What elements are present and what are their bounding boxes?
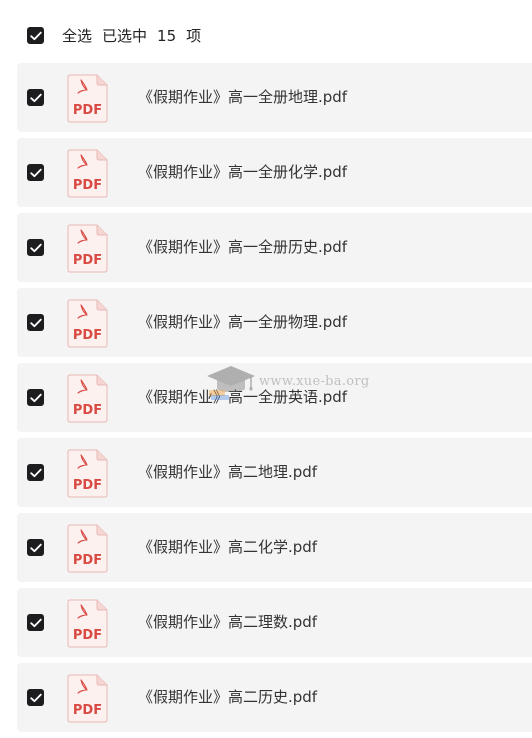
selected-unit: 项: [186, 27, 202, 45]
pdf-label: PDF: [73, 403, 102, 418]
selected-label: 已选中: [102, 27, 148, 45]
pdf-label: PDF: [73, 103, 102, 118]
file-row[interactable]: PDF 《假期作业》高二化学.pdf: [17, 513, 532, 582]
file-name[interactable]: 《假期作业》高二理数.pdf: [138, 612, 317, 632]
pdf-file-icon: PDF: [67, 449, 108, 498]
selection-summary: 全选 已选中 15 项: [62, 26, 201, 46]
file-checkbox[interactable]: [27, 314, 44, 331]
pdf-label: PDF: [73, 178, 102, 193]
file-name[interactable]: 《假期作业》高一全册物理.pdf: [138, 312, 347, 332]
check-icon: [29, 93, 42, 102]
pdf-label: PDF: [73, 628, 102, 643]
file-row[interactable]: PDF 《假期作业》高一全册化学.pdf: [17, 138, 532, 207]
select-all-label[interactable]: 全选: [62, 26, 92, 46]
file-checkbox[interactable]: [27, 164, 44, 181]
file-checkbox[interactable]: [27, 239, 44, 256]
pdf-file-icon: PDF: [67, 149, 108, 198]
pdf-file-icon: PDF: [67, 74, 108, 123]
file-row[interactable]: PDF 《假期作业》高二理数.pdf: [17, 588, 532, 657]
pdf-file-icon: PDF: [67, 599, 108, 648]
file-checkbox[interactable]: [27, 464, 44, 481]
check-icon: [29, 618, 42, 627]
file-name[interactable]: 《假期作业》高二历史.pdf: [138, 687, 317, 707]
pdf-file-icon: PDF: [67, 374, 108, 423]
pdf-file-icon: PDF: [67, 299, 108, 348]
file-row[interactable]: PDF 《假期作业》高二历史.pdf: [17, 663, 532, 732]
pdf-file-icon: PDF: [67, 224, 108, 273]
file-row[interactable]: PDF 《假期作业》高二地理.pdf: [17, 438, 532, 507]
file-checkbox[interactable]: [27, 89, 44, 106]
select-all-checkbox[interactable]: [27, 27, 44, 44]
file-name[interactable]: 《假期作业》高二地理.pdf: [138, 462, 317, 482]
pdf-label: PDF: [73, 253, 102, 268]
check-icon: [29, 31, 42, 40]
file-row[interactable]: PDF 《假期作业》高一全册物理.pdf: [17, 288, 532, 357]
file-list: PDF 《假期作业》高一全册地理.pdf PDF 《假期作业》高一全册化学.pd…: [17, 63, 532, 738]
check-icon: [29, 393, 42, 402]
file-name[interactable]: 《假期作业》高一全册地理.pdf: [138, 87, 347, 107]
file-name[interactable]: 《假期作业》高一全册历史.pdf: [138, 237, 347, 257]
file-checkbox[interactable]: [27, 539, 44, 556]
file-name[interactable]: 《假期作业》高二化学.pdf: [138, 537, 317, 557]
file-row[interactable]: PDF 《假期作业》高一全册英语.pdf: [17, 363, 532, 432]
selection-header: 全选 已选中 15 项: [0, 0, 532, 64]
check-icon: [29, 243, 42, 252]
selected-count: 15: [157, 27, 177, 45]
file-checkbox[interactable]: [27, 389, 44, 406]
check-icon: [29, 543, 42, 552]
file-row[interactable]: PDF 《假期作业》高一全册历史.pdf: [17, 213, 532, 282]
pdf-file-icon: PDF: [67, 674, 108, 723]
pdf-label: PDF: [73, 478, 102, 493]
check-icon: [29, 468, 42, 477]
file-name[interactable]: 《假期作业》高一全册化学.pdf: [138, 162, 347, 182]
file-name[interactable]: 《假期作业》高一全册英语.pdf: [138, 387, 347, 407]
pdf-label: PDF: [73, 703, 102, 718]
pdf-label: PDF: [73, 553, 102, 568]
file-row[interactable]: PDF 《假期作业》高一全册地理.pdf: [17, 63, 532, 132]
pdf-file-icon: PDF: [67, 524, 108, 573]
pdf-label: PDF: [73, 328, 102, 343]
check-icon: [29, 168, 42, 177]
file-checkbox[interactable]: [27, 614, 44, 631]
file-checkbox[interactable]: [27, 689, 44, 706]
check-icon: [29, 693, 42, 702]
check-icon: [29, 318, 42, 327]
